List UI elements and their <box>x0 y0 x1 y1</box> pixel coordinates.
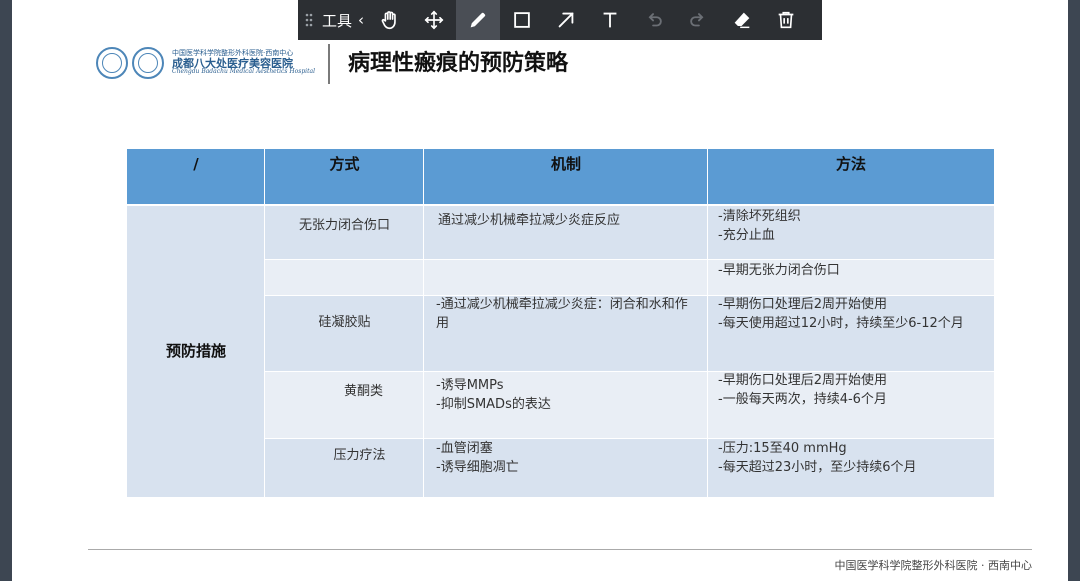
table-cell-mechanism: 通过减少机械牵拉减少炎症反应 <box>424 205 708 259</box>
eraser-tool-button[interactable] <box>720 0 764 40</box>
hospital-logo: 中国医学科学院整形外科医院·西南中心 成都八大处医疗美容医院 Chengdu B… <box>96 47 315 79</box>
table-divider <box>264 149 265 497</box>
page-title: 病理性瘢痕的预防策略 <box>348 51 569 76</box>
table-divider <box>265 438 994 439</box>
table-header-cell: 方式 <box>265 149 424 205</box>
table-cell-mechanism: -诱导MMPs -抑制SMADs的表达 <box>424 371 708 438</box>
table-divider <box>707 149 708 497</box>
table-header-cell: / <box>127 149 265 205</box>
undo-icon <box>648 13 662 27</box>
strategy-table: / 方式 机制 方法 预防措施 无张力闭合伤口 通过减少机械牵拉减少炎症反应 -… <box>127 149 994 497</box>
table-divider <box>265 295 994 296</box>
arrow-icon <box>558 12 574 28</box>
table-divider <box>265 259 994 260</box>
undo-button[interactable] <box>632 0 676 40</box>
table-cell-mechanism <box>424 259 708 295</box>
table-cell-procedure: -清除坏死组织 -充分止血 <box>708 205 994 259</box>
rectangle-tool-button[interactable] <box>500 0 544 40</box>
redo-button[interactable] <box>676 0 720 40</box>
tools-label: 工具 <box>322 11 353 30</box>
table-cell-method: 压力疗法 <box>265 438 424 497</box>
table-header-cell: 方法 <box>708 149 994 205</box>
table-cell-mechanism: -血管闭塞 -诱导细胞凋亡 <box>424 438 708 497</box>
tools-menu-button[interactable]: 工具 ‹ <box>320 0 368 40</box>
table-cell-method: 无张力闭合伤口 <box>265 205 424 259</box>
move-tool-button[interactable] <box>412 0 456 40</box>
table-cell-mechanism: -通过减少机械牵拉减少炎症：闭合和水和作用 <box>424 295 708 371</box>
table-divider <box>127 204 994 206</box>
text-icon <box>603 12 617 28</box>
table-cell-procedure: -早期无张力闭合伤口 <box>708 259 994 295</box>
hand-icon <box>381 11 396 30</box>
group-label-cell: 预防措施 <box>127 205 265 497</box>
table-cell-method: 硅凝胶贴 <box>265 295 424 371</box>
table-cell-method: 黄酮类 <box>265 371 424 438</box>
drag-handle-icon[interactable] <box>298 0 320 40</box>
table-cell-method <box>265 259 424 295</box>
rectangle-icon <box>514 12 530 28</box>
table-header-cell: 机制 <box>424 149 708 205</box>
table-cell-procedure: -早期伤口处理后2周开始使用 -每天使用超过12小时，持续至少6-12个月 <box>708 295 994 371</box>
eraser-icon <box>734 12 750 29</box>
table-cell-procedure: -早期伤口处理后2周开始使用 -一般每天两次，持续4-6个月 <box>708 371 994 438</box>
org-name-english: Chengdu Badachu Medical Aesthetics Hospi… <box>172 68 315 76</box>
delete-button[interactable] <box>764 0 808 40</box>
left-window-edge <box>0 0 12 581</box>
table-divider <box>423 149 424 497</box>
org-name-block: 中国医学科学院整形外科医院·西南中心 成都八大处医疗美容医院 Chengdu B… <box>172 50 315 76</box>
seal-logo-icon <box>96 47 128 79</box>
title-divider <box>328 44 330 84</box>
hand-tool-button[interactable] <box>368 0 412 40</box>
pen-icon <box>470 12 486 28</box>
screen: 工具 ‹ 中国医学科学院整形外科医院·西南中心 成都八大处医疗美容医院 Chen… <box>0 0 1080 581</box>
footer-divider <box>88 549 1032 550</box>
table-cell-procedure: -压力:15至40 mmHg -每天超过23小时，至少持续6个月 <box>708 438 994 497</box>
text-tool-button[interactable] <box>588 0 632 40</box>
emblem-logo-icon <box>132 47 164 79</box>
trash-icon <box>778 11 794 29</box>
annotation-toolbar: 工具 ‹ <box>298 0 822 40</box>
right-window-edge <box>1068 0 1080 581</box>
redo-icon <box>690 13 704 27</box>
table-divider <box>265 371 994 372</box>
move-icon <box>424 10 444 30</box>
arrow-tool-button[interactable] <box>544 0 588 40</box>
pen-tool-button[interactable] <box>456 0 501 40</box>
chevron-left-icon: ‹ <box>358 11 365 29</box>
footer-text: 中国医学科学院整形外科医院 · 西南中心 <box>834 559 1033 572</box>
